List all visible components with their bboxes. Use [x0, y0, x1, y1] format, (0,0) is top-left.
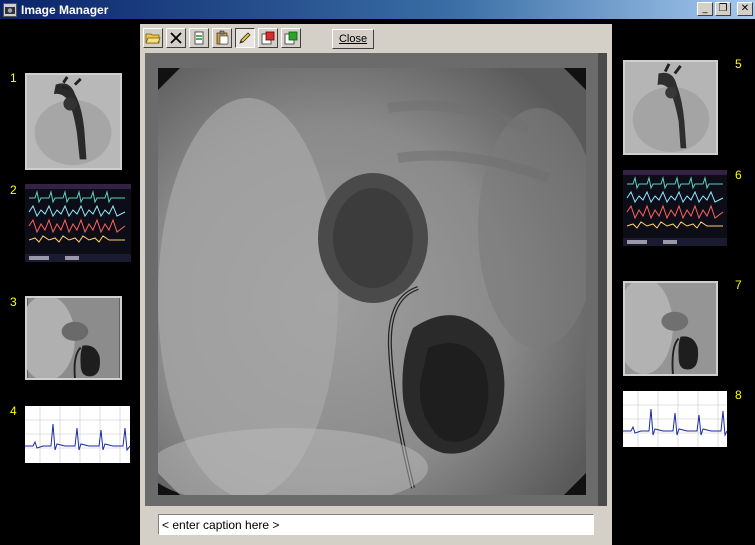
open-folder-icon [145, 33, 161, 44]
thumbnail-number-4: 4 [10, 404, 17, 418]
thumbnail-5[interactable] [623, 60, 718, 155]
close-button[interactable]: Close [332, 29, 374, 49]
thumbnail-number-2: 2 [10, 183, 17, 197]
thumbnail-number-6: 6 [735, 168, 742, 182]
main-image-viewer[interactable] [145, 53, 607, 506]
open-folder-button[interactable] [143, 28, 163, 48]
angiogram-thumbnail-icon [27, 298, 120, 378]
export-icon [261, 31, 275, 45]
thumbnail-number-8: 8 [735, 388, 742, 402]
delete-icon [170, 32, 182, 44]
thumbnail-7[interactable] [623, 281, 718, 376]
refresh-icon [194, 31, 204, 45]
thumbnail-3[interactable] [25, 296, 122, 380]
edit-pencil-icon [239, 32, 251, 44]
minimize-button[interactable]: _ [697, 2, 713, 16]
close-window-button[interactable]: ✕ [737, 2, 753, 16]
import-icon [284, 31, 298, 45]
edit-pencil-button[interactable] [235, 28, 255, 48]
thumbnail-8[interactable] [623, 391, 727, 447]
paste-button[interactable] [212, 28, 232, 48]
ecg-strip-thumbnail-icon [623, 391, 727, 447]
thumbnail-number-7: 7 [735, 278, 742, 292]
monitor-waveform-thumbnail-icon [623, 170, 727, 246]
paste-icon [216, 30, 229, 45]
delete-button[interactable] [166, 28, 186, 48]
image-viewer-panel: Close < enter caption here > [140, 24, 612, 545]
angiogram-main-image [158, 68, 586, 495]
thumbnail-2[interactable] [25, 184, 131, 262]
export-button[interactable] [258, 28, 278, 48]
refresh-button[interactable] [189, 28, 209, 48]
import-button[interactable] [281, 28, 301, 48]
thumbnail-number-1: 1 [10, 71, 17, 85]
toolbar [143, 28, 301, 48]
angiogram-thumbnail-icon [625, 283, 716, 374]
thumbnail-4[interactable] [25, 406, 130, 463]
thumbnail-number-3: 3 [10, 295, 17, 309]
viewer-scrollbar[interactable] [598, 53, 607, 506]
angiogram-thumbnail-icon [27, 75, 120, 168]
monitor-waveform-thumbnail-icon [25, 184, 131, 262]
angiogram-thumbnail-icon [625, 62, 716, 153]
caption-input[interactable]: < enter caption here > [158, 514, 594, 535]
thumbnail-6[interactable] [623, 170, 727, 246]
ecg-strip-thumbnail-icon [25, 406, 130, 463]
thumbnail-number-5: 5 [735, 57, 742, 71]
window-title: Image Manager [21, 2, 109, 17]
app-icon[interactable] [3, 2, 17, 17]
restore-button[interactable]: ❐ [715, 2, 731, 16]
thumbnail-1[interactable] [25, 73, 122, 170]
title-bar: Image Manager _ ❐ ✕ [0, 0, 755, 19]
